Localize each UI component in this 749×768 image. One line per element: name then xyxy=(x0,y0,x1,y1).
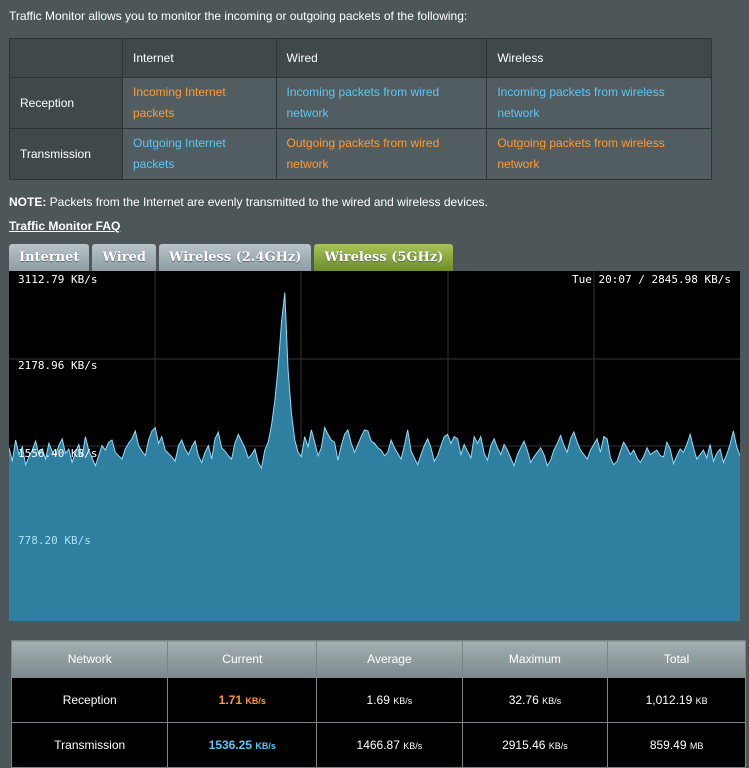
stats-row-reception: Reception 1.71 KB/s 1.69 KB/s 32.76 KB/s… xyxy=(10,677,746,723)
stats-table: Network Current Average Maximum Total Re… xyxy=(10,640,746,768)
legend-corner-cell xyxy=(9,38,123,78)
traffic-chart-svg xyxy=(9,271,740,621)
legend-cell-outgoing-wired: Outgoing packets from wired network xyxy=(275,128,488,180)
legend-row-label: Transmission xyxy=(9,128,123,180)
stats-maximum: 32.76 KB/s xyxy=(461,677,609,723)
legend-row-transmission: Transmission Outgoing Internet packets O… xyxy=(9,128,712,180)
stats-header-current: Current xyxy=(167,640,318,678)
tab-wireless-5ghz[interactable]: Wireless (5GHz) xyxy=(314,244,454,271)
stats-current-value: 1536.25 xyxy=(208,738,253,752)
stats-maximum-value: 2915.46 xyxy=(502,738,546,752)
note: NOTE: Packets from the Internet are even… xyxy=(9,195,488,209)
stats-total-unit: KB xyxy=(695,696,708,706)
stats-maximum-value: 32.76 xyxy=(508,693,539,707)
chart-timestamp: Tue 20:07 / 2845.98 KB/s xyxy=(572,273,731,286)
stats-average: 1.69 KB/s xyxy=(316,677,463,723)
y-label-upper: 2178.96 KB/s xyxy=(18,359,98,372)
legend-cell-outgoing-internet: Outgoing Internet packets xyxy=(122,128,277,180)
stats-maximum-unit: KB/s xyxy=(548,741,568,751)
stats-average-unit: KB/s xyxy=(403,741,423,751)
stats-total-value: 859.49 xyxy=(649,738,687,752)
traffic-line xyxy=(9,292,740,470)
y-label-max: 3112.79 KB/s xyxy=(18,273,98,286)
note-text: Packets from the Internet are evenly tra… xyxy=(46,195,488,209)
legend-cell-incoming-wired: Incoming packets from wired network xyxy=(275,77,488,129)
y-label-middle: 1556.40 KB/s xyxy=(18,447,98,460)
intro-text: Traffic Monitor allows you to monitor th… xyxy=(9,9,468,23)
traffic-monitor-faq-link[interactable]: Traffic Monitor FAQ xyxy=(9,219,120,233)
legend-cell-incoming-wireless: Incoming packets from wireless network xyxy=(486,77,712,129)
stats-current-unit: KB/s xyxy=(245,696,266,706)
stats-header-network: Network xyxy=(10,640,169,678)
legend-header-internet: Internet xyxy=(122,38,277,78)
legend-header-wired: Wired xyxy=(275,38,488,78)
stats-current: 1.71 KB/s xyxy=(167,677,318,723)
legend-table: Internet Wired Wireless Reception Incomi… xyxy=(9,38,712,180)
stats-header-average: Average xyxy=(316,640,463,678)
legend-row-label: Reception xyxy=(9,77,123,129)
stats-total: 1,012.19 KB xyxy=(607,677,746,723)
stats-average-value: 1.69 xyxy=(366,693,390,707)
stats-average-unit: KB/s xyxy=(393,696,413,706)
stats-header-row: Network Current Average Maximum Total xyxy=(10,640,746,678)
tab-internet[interactable]: Internet xyxy=(9,244,90,271)
legend-row-reception: Reception Incoming Internet packets Inco… xyxy=(9,77,712,129)
stats-total-value: 1,012.19 xyxy=(645,693,693,707)
y-label-lower: 778.20 KB/s xyxy=(18,534,91,547)
interface-tabs: Internet Wired Wireless (2.4GHz) Wireles… xyxy=(9,244,454,271)
note-label: NOTE: xyxy=(9,195,47,209)
stats-maximum-unit: KB/s xyxy=(542,696,562,706)
legend-header-row: Internet Wired Wireless xyxy=(9,38,712,78)
tab-wired[interactable]: Wired xyxy=(92,244,156,271)
stats-total-unit: MB xyxy=(689,741,704,751)
legend-cell-outgoing-wireless: Outgoing packets from wireless network xyxy=(486,128,712,180)
legend-cell-incoming-internet: Incoming Internet packets xyxy=(122,77,277,129)
tab-wireless-2-4ghz[interactable]: Wireless (2.4GHz) xyxy=(158,244,312,271)
stats-row-label: Reception xyxy=(10,677,169,723)
stats-header-maximum: Maximum xyxy=(461,640,609,678)
stats-current-unit: KB/s xyxy=(255,741,276,751)
stats-average-value: 1466.87 xyxy=(356,738,400,752)
legend-header-wireless: Wireless xyxy=(486,38,712,78)
stats-header-total: Total xyxy=(607,640,746,678)
stats-current-value: 1.71 xyxy=(218,693,243,707)
traffic-area xyxy=(9,292,740,621)
traffic-chart[interactable]: 3112.79 KB/s 2178.96 KB/s 1556.40 KB/s 7… xyxy=(9,271,740,621)
